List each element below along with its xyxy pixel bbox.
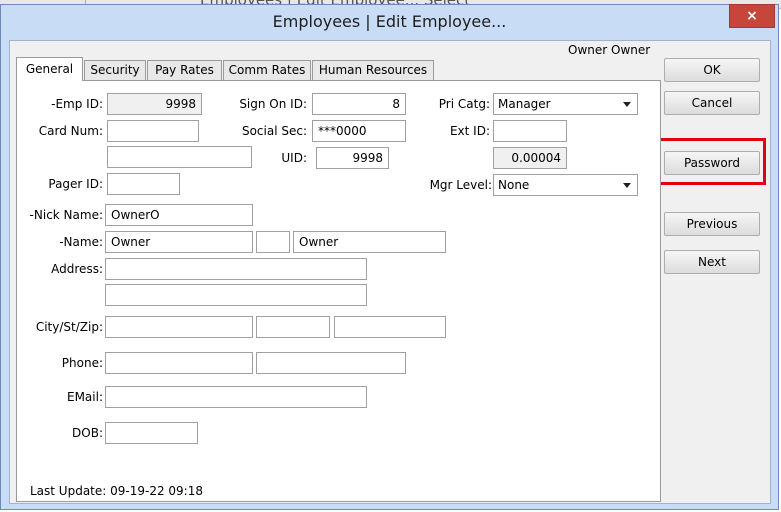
pri-catg-value: Manager: [498, 97, 551, 111]
social-sec-field[interactable]: ***0000: [312, 120, 406, 142]
pri-catg-label: Pri Catg:: [438, 97, 490, 111]
card-num-field[interactable]: [107, 120, 199, 142]
tab-comm-rates[interactable]: Comm Rates: [223, 60, 311, 80]
ratio-field: 0.00004: [493, 147, 567, 169]
sign-on-id-label: Sign On ID:: [239, 97, 307, 111]
current-user-label: Owner Owner: [568, 43, 651, 57]
email-label: EMail:: [67, 390, 103, 404]
dialog-titlebar[interactable]: Employees | Edit Employee... ×: [1, 4, 778, 39]
address-label: Address:: [51, 262, 103, 276]
tab-human-resources[interactable]: Human Resources: [312, 60, 434, 80]
address-line1-field[interactable]: [105, 258, 367, 280]
city-st-zip-label: City/St/Zip:: [35, 320, 103, 334]
pager-id-label: Pager ID:: [48, 177, 103, 191]
sign-on-id-field[interactable]: 8: [312, 93, 406, 115]
previous-button[interactable]: Previous: [664, 212, 760, 236]
state-field[interactable]: [256, 316, 330, 338]
chevron-down-icon: [623, 183, 631, 188]
dialog-title: Employees | Edit Employee...: [272, 12, 507, 31]
ext-id-label: Ext ID:: [449, 124, 490, 138]
ok-button[interactable]: OK: [664, 58, 760, 82]
mgr-level-select[interactable]: None: [493, 174, 638, 196]
phone1-field[interactable]: [105, 352, 253, 374]
ext-id-field[interactable]: [493, 120, 567, 142]
close-icon: ×: [746, 8, 758, 24]
emp-id-label: -Emp ID:: [51, 97, 103, 111]
tab-pay-rates[interactable]: Pay Rates: [147, 60, 222, 80]
dialog-client-area: Owner Owner General Security Pay Rates C…: [9, 40, 771, 504]
uid-label: UID:: [281, 151, 307, 165]
extra-card-field[interactable]: [107, 146, 252, 168]
social-sec-label: Social Sec:: [241, 124, 307, 138]
password-highlight-box: [658, 138, 766, 185]
edit-employee-dialog: Employees | Edit Employee... × Owner Own…: [0, 4, 779, 510]
emp-id-field: 9998: [107, 93, 202, 115]
phone2-field[interactable]: [256, 352, 406, 374]
pager-id-field[interactable]: [107, 173, 180, 195]
first-name-field[interactable]: Owner: [105, 231, 253, 253]
city-field[interactable]: [105, 316, 253, 338]
nick-name-field[interactable]: OwnerO: [105, 204, 253, 226]
uid-field[interactable]: 9998: [316, 147, 389, 169]
nick-name-label: -Nick Name:: [29, 208, 103, 222]
close-button[interactable]: ×: [729, 4, 775, 28]
zip-field[interactable]: [334, 316, 446, 338]
dob-label: DOB:: [72, 426, 103, 440]
cancel-button[interactable]: Cancel: [664, 91, 760, 115]
dob-field[interactable]: [105, 422, 198, 444]
name-label: -Name:: [59, 235, 103, 249]
tab-security[interactable]: Security: [84, 60, 146, 80]
address-line2-field[interactable]: [105, 284, 367, 306]
mgr-level-label: Mgr Level:: [429, 178, 492, 192]
tab-general[interactable]: General: [16, 57, 83, 81]
email-field[interactable]: [105, 386, 367, 408]
pri-catg-select[interactable]: Manager: [493, 93, 638, 115]
card-num-label: Card Num:: [38, 124, 103, 138]
mgr-level-value: None: [498, 178, 530, 192]
next-button[interactable]: Next: [664, 250, 760, 274]
chevron-down-icon: [623, 102, 631, 107]
phone-label: Phone:: [61, 356, 103, 370]
middle-initial-field[interactable]: [256, 231, 290, 253]
last-name-field[interactable]: Owner: [293, 231, 446, 253]
general-tab-panel: -Emp ID: 9998 Sign On ID: 8 Pri Catg: Ma…: [16, 80, 661, 502]
last-update-text: Last Update: 09-19-22 09:18: [30, 484, 203, 498]
